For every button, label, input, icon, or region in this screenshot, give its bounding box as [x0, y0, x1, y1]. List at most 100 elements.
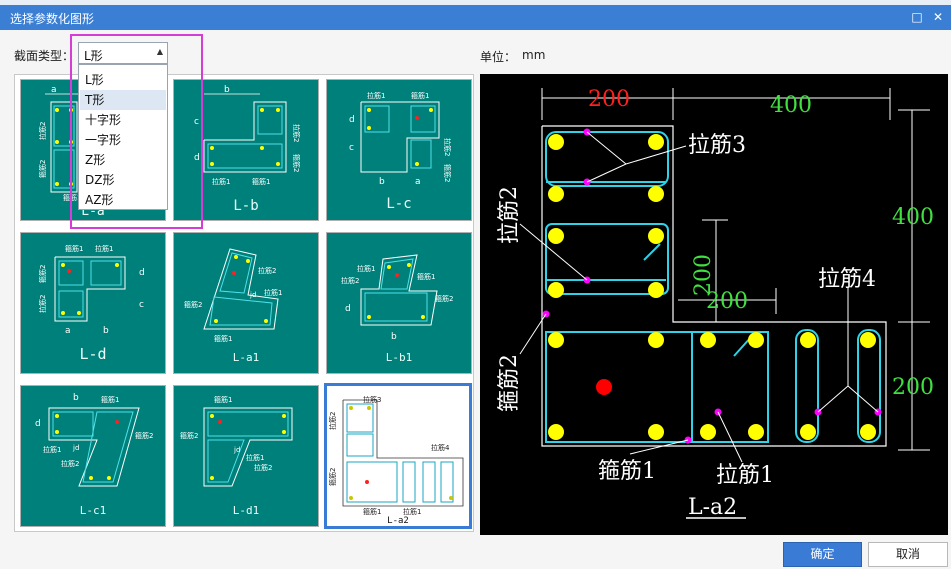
- thumbnail-caption: L-c: [386, 196, 412, 212]
- svg-text:拉筋2: 拉筋2: [61, 459, 79, 468]
- dropdown-option-az[interactable]: AZ形: [80, 190, 166, 210]
- dropdown-option-z[interactable]: Z形: [80, 150, 166, 170]
- svg-text:c: c: [349, 143, 354, 153]
- svg-text:拉筋2: 拉筋2: [292, 124, 301, 142]
- svg-text:箍筋1: 箍筋1: [411, 91, 429, 100]
- svg-text:b: b: [391, 332, 397, 342]
- thumbnail-l-d[interactable]: 箍筋1 拉筋1 拉筋2 箍筋2 c d a b L-d: [20, 232, 166, 374]
- svg-text:箍筋2: 箍筋2: [292, 154, 301, 172]
- svg-text:箍筋2: 箍筋2: [184, 300, 202, 309]
- cancel-button[interactable]: 取消: [868, 542, 948, 567]
- svg-text:拉筋1: 拉筋1: [43, 445, 61, 454]
- dropdown-option-t[interactable]: T形: [80, 90, 166, 110]
- svg-text:箍筋1: 箍筋1: [252, 177, 270, 186]
- section-preview-canvas: 200 400 400 200 200 200 拉筋3 拉筋2 箍筋2 拉筋4 …: [480, 74, 948, 535]
- svg-text:箍筋2: 箍筋2: [180, 431, 198, 440]
- thumbnail-caption: L-d: [79, 345, 107, 363]
- svg-text:d: d: [35, 419, 41, 429]
- thumbnail-caption: L-b1: [385, 351, 413, 364]
- thumbnail-l-c1[interactable]: b 箍筋1 d 箍筋2 拉筋1 jd 拉筋2 L-c1: [20, 385, 166, 527]
- dropdown-option-l[interactable]: L形: [80, 70, 166, 90]
- section-type-value: L形: [84, 49, 103, 63]
- section-type-label: 截面类型：: [14, 49, 75, 63]
- thumbnail-caption: L-a1: [232, 351, 260, 364]
- section-preview-drawing: 200 400 400 200 200 200 拉筋3 拉筋2 箍筋2 拉筋4 …: [497, 87, 934, 520]
- thumbnail-caption: L-b: [233, 198, 259, 214]
- svg-text:拉筋4: 拉筋4: [431, 443, 450, 452]
- thumbnail-l-a2[interactable]: 拉筋3 拉筋2 箍筋2 拉筋4 箍筋1 拉筋1 L-a2: [324, 383, 472, 529]
- label-tie-3: 拉筋3: [688, 133, 746, 158]
- section-type-dropdown: L形 T形 十字形 一字形 Z形 DZ形 AZ形: [78, 64, 168, 210]
- svg-text:拉筋2: 拉筋2: [341, 276, 359, 285]
- svg-text:拉筋2: 拉筋2: [38, 295, 47, 313]
- label-tie-2: 拉筋2: [497, 186, 522, 244]
- svg-text:箍筋1: 箍筋1: [214, 395, 232, 404]
- maximize-icon[interactable]: □: [908, 8, 926, 26]
- svg-text:a: a: [415, 177, 421, 187]
- svg-text:箍筋1: 箍筋1: [417, 272, 435, 281]
- svg-text:拉筋1: 拉筋1: [212, 177, 230, 186]
- label-stirrup-2: 箍筋2: [497, 354, 522, 412]
- svg-text:b: b: [103, 326, 109, 336]
- svg-text:a: a: [65, 326, 71, 336]
- preview-caption: L-a2: [688, 495, 737, 520]
- svg-text:d: d: [194, 153, 200, 163]
- close-icon[interactable]: ✕: [929, 8, 947, 26]
- dropdown-option-dz[interactable]: DZ形: [80, 170, 166, 190]
- svg-text:箍筋1: 箍筋1: [101, 395, 119, 404]
- svg-text:c: c: [194, 117, 199, 127]
- dim-inner-horizontal: 200: [706, 289, 748, 314]
- dim-right-upper: 400: [892, 205, 934, 230]
- svg-text:d: d: [139, 268, 145, 278]
- dim-top-left: 200: [588, 87, 630, 112]
- dialog-titlebar: 选择参数化图形 □ ✕: [0, 5, 951, 30]
- thumbnail-caption: L-a2: [387, 516, 409, 526]
- dim-top-right: 400: [770, 93, 812, 118]
- svg-text:拉筋1: 拉筋1: [95, 244, 113, 253]
- svg-text:拉筋1: 拉筋1: [403, 507, 421, 516]
- svg-text:拉筋2: 拉筋2: [443, 138, 452, 156]
- label-tie-4: 拉筋4: [818, 267, 876, 292]
- svg-text:拉筋2: 拉筋2: [328, 412, 337, 430]
- dim-right-lower: 200: [892, 375, 934, 400]
- svg-text:箍筋2: 箍筋2: [135, 431, 153, 440]
- svg-text:d: d: [349, 115, 355, 125]
- thumbnail-l-a1[interactable]: 拉筋2 jd 拉筋1 箍筋2 箍筋1 L-a1: [173, 232, 319, 374]
- svg-text:jd: jd: [249, 291, 256, 299]
- svg-text:拉筋1: 拉筋1: [264, 288, 282, 297]
- svg-text:c: c: [139, 300, 144, 310]
- svg-text:箍筋1: 箍筋1: [214, 334, 232, 343]
- svg-text:b: b: [379, 177, 385, 187]
- svg-text:箍筋2: 箍筋2: [443, 164, 452, 182]
- svg-text:a: a: [51, 85, 57, 95]
- svg-text:d: d: [345, 304, 351, 314]
- thumbnail-l-b[interactable]: b c d 拉筋2 箍筋2 拉筋1 箍筋1 L-b: [173, 79, 319, 221]
- svg-text:拉筋2: 拉筋2: [38, 122, 47, 140]
- dropdown-option-line[interactable]: 一字形: [80, 130, 166, 150]
- thumbnail-l-c[interactable]: 拉筋1 箍筋1 c d 拉筋2 箍筋2 b a L-c: [326, 79, 472, 221]
- section-type-select[interactable]: L形 ▲: [78, 42, 168, 64]
- label-tie-1: 拉筋1: [716, 463, 774, 488]
- svg-text:箍筋2: 箍筋2: [38, 265, 47, 283]
- svg-text:拉筋1: 拉筋1: [357, 264, 375, 273]
- svg-text:箍筋2: 箍筋2: [38, 160, 47, 178]
- svg-text:箍筋2: 箍筋2: [435, 294, 453, 303]
- thumbnail-diagram: 拉筋3 拉筋2 箍筋2 拉筋4 箍筋1 拉筋1: [328, 395, 464, 516]
- ok-button[interactable]: 确定: [783, 542, 862, 567]
- svg-text:拉筋2: 拉筋2: [258, 266, 276, 275]
- thumbnail-caption: L-c1: [79, 504, 107, 517]
- svg-text:拉筋2: 拉筋2: [254, 463, 272, 472]
- svg-text:箍筋1: 箍筋1: [65, 244, 83, 253]
- thumbnail-l-d1[interactable]: 箍筋1 箍筋2 jd 拉筋1 拉筋2 L-d1: [173, 385, 319, 527]
- svg-text:箍筋2: 箍筋2: [328, 468, 337, 486]
- svg-text:b: b: [73, 393, 79, 403]
- thumbnail-l-b1[interactable]: 拉筋2 拉筋1 箍筋1 箍筋2 b d L-b1: [326, 232, 472, 374]
- unit-value: mm: [522, 48, 546, 62]
- dropdown-option-cross[interactable]: 十字形: [80, 110, 166, 130]
- thumbnail-caption: L-d1: [232, 504, 260, 517]
- label-stirrup-1: 箍筋1: [598, 459, 656, 484]
- dialog-title: 选择参数化图形: [10, 12, 95, 26]
- svg-text:拉筋3: 拉筋3: [363, 395, 381, 404]
- svg-text:b: b: [224, 85, 230, 95]
- svg-text:拉筋1: 拉筋1: [246, 453, 264, 462]
